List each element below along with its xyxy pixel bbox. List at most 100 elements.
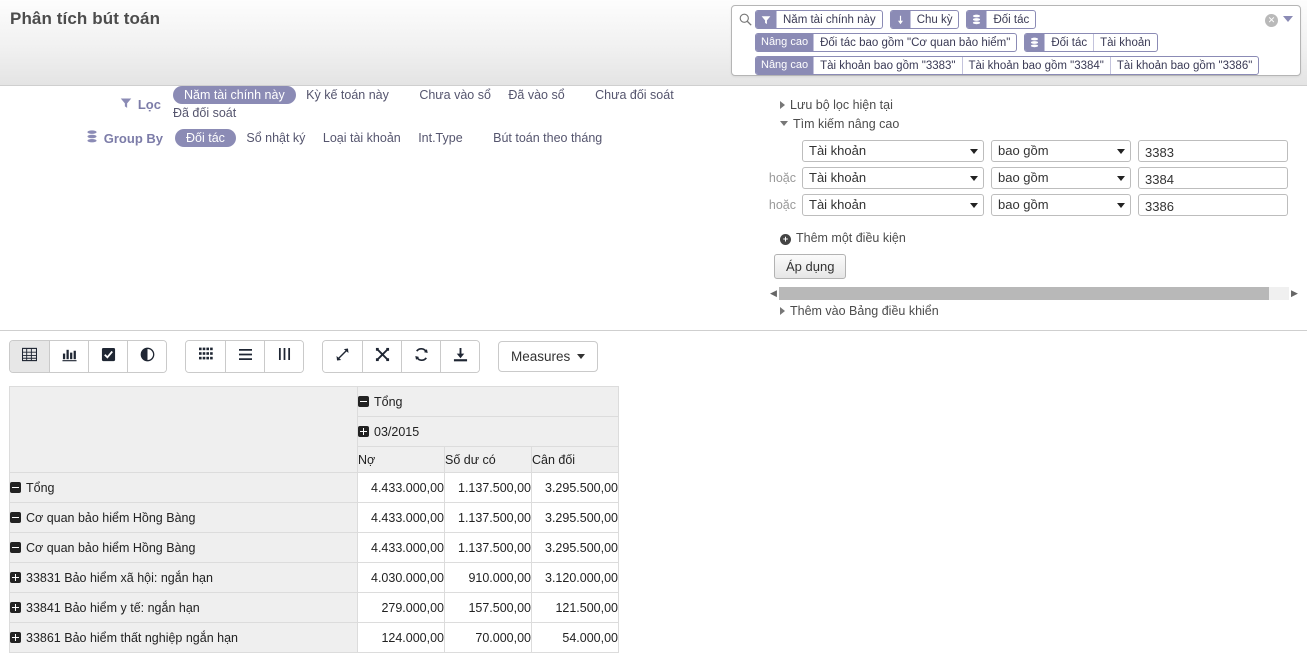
refresh-icon bbox=[414, 347, 429, 367]
pivot-cell-value[interactable]: 910.000,00 bbox=[445, 563, 532, 593]
filter-option-da-vao-so[interactable]: Đã vào sổ bbox=[508, 88, 564, 102]
chevron-down-icon bbox=[1117, 203, 1125, 208]
pivot-cell-value[interactable]: 70.000,00 bbox=[445, 623, 532, 653]
pivot-row-header[interactable]: 33831 Bảo hiểm xã hội: ngắn hạn bbox=[10, 563, 358, 593]
groupby-label-group: Group By bbox=[0, 130, 175, 146]
search-facet[interactable]: Đối tác bbox=[966, 10, 1036, 29]
collapse-toggle-icon[interactable] bbox=[10, 482, 21, 493]
toolbar-group bbox=[185, 340, 304, 373]
download-button[interactable] bbox=[440, 341, 479, 372]
pivot-cell-value[interactable]: 3.295.500,00 bbox=[532, 503, 619, 533]
pivot-row-header[interactable]: Cơ quan bảo hiểm Hồng Bàng bbox=[10, 533, 358, 563]
expand-toggle-icon[interactable] bbox=[10, 602, 21, 613]
chevron-right-icon bbox=[780, 101, 785, 109]
filter-option-chua-vao-so[interactable]: Chưa vào sổ bbox=[419, 88, 491, 102]
condition-row: Tài khoản bao gồm bbox=[760, 139, 1307, 163]
pie-chart-button[interactable] bbox=[127, 341, 166, 372]
filter-option-ky-ke-toan-nay[interactable]: Kỳ kế toán này bbox=[306, 88, 389, 102]
pivot-cell-value[interactable]: 4.030.000,00 bbox=[358, 563, 445, 593]
pivot-measure-so-du-co[interactable]: Số dư có bbox=[445, 447, 532, 473]
scrollbar-thumb[interactable] bbox=[779, 287, 1269, 300]
condition-field-select[interactable]: Tài khoản bbox=[802, 140, 984, 162]
filter-option-da-doi-soat[interactable]: Đã đối soát bbox=[173, 106, 236, 120]
pivot-cell-value[interactable]: 3.120.000,00 bbox=[532, 563, 619, 593]
save-current-filter-link[interactable]: Lưu bộ lọc hiện tại bbox=[780, 96, 1307, 115]
pivot-cell-value[interactable]: 1.137.500,00 bbox=[445, 503, 532, 533]
search-facet[interactable]: Năm tài chính này bbox=[755, 10, 883, 29]
groupby-option-int-type[interactable]: Int.Type bbox=[418, 131, 462, 145]
facet-list: Năm tài chính này Chu kỳ Đối tác Nâng caoĐố… bbox=[755, 9, 1296, 76]
expand-toggle-icon[interactable] bbox=[10, 572, 21, 583]
horizontal-scrollbar[interactable]: ◀ ▶ bbox=[768, 286, 1300, 301]
pivot-cell-value[interactable]: 121.500,00 bbox=[532, 593, 619, 623]
pivot-cell-value[interactable]: 279.000,00 bbox=[358, 593, 445, 623]
condition-list: Tài khoảnbao gồmhoặcTài khoảnbao gồmhoặc… bbox=[760, 139, 1307, 217]
pivot-cell-value[interactable]: 3.295.500,00 bbox=[532, 533, 619, 563]
pivot-cell-value[interactable]: 4.433.000,00 bbox=[358, 503, 445, 533]
filter-pill-active[interactable]: Năm tài chính này bbox=[173, 86, 296, 104]
expand-button[interactable] bbox=[323, 341, 362, 372]
search-facet[interactable]: Nâng caoTài khoản bao gồm "3383"Tài khoả… bbox=[755, 56, 1259, 75]
search-facet-box[interactable]: Năm tài chính này Chu kỳ Đối tác Nâng caoĐố… bbox=[731, 5, 1301, 76]
pivot-col-period[interactable]: 03/2015 bbox=[358, 417, 619, 447]
groupby-option-but-toan-theo-thang[interactable]: Bút toán theo tháng bbox=[493, 131, 602, 145]
pivot-measure-can-doi[interactable]: Cân đối bbox=[532, 447, 619, 473]
pivot-view-button[interactable] bbox=[10, 341, 49, 372]
add-condition-link[interactable]: +Thêm một điều kiện bbox=[780, 231, 1307, 245]
collapse-toggle-icon[interactable] bbox=[358, 396, 369, 407]
pivot-col-total[interactable]: Tổng bbox=[358, 387, 619, 417]
condition-operator-value: bao gồm bbox=[998, 170, 1049, 185]
expand-toggle-icon[interactable] bbox=[358, 426, 369, 437]
condition-value-input[interactable] bbox=[1138, 167, 1288, 189]
bar-chart-button[interactable] bbox=[49, 341, 88, 372]
condition-operator-select[interactable]: bao gồm bbox=[991, 140, 1131, 162]
measures-button[interactable]: Measures bbox=[498, 341, 598, 372]
pivot-cell-value[interactable]: 1.137.500,00 bbox=[445, 473, 532, 503]
pivot-cell-value[interactable]: 4.433.000,00 bbox=[358, 533, 445, 563]
pivot-cell-value[interactable]: 54.000,00 bbox=[532, 623, 619, 653]
groupby-pill-active[interactable]: Đối tác bbox=[175, 129, 236, 147]
collapse-button[interactable] bbox=[362, 341, 401, 372]
groupby-option-so-nhat-ky[interactable]: Sổ nhật ký bbox=[246, 131, 305, 145]
search-facet[interactable]: Đối tácTài khoản bbox=[1024, 33, 1157, 52]
condition-value-input[interactable] bbox=[1138, 140, 1288, 162]
pivot-cell-value[interactable]: 124.000,00 bbox=[358, 623, 445, 653]
condition-field-select[interactable]: Tài khoản bbox=[802, 194, 984, 216]
scrollbar-track[interactable] bbox=[779, 287, 1289, 300]
collapse-toggle-icon[interactable] bbox=[10, 512, 21, 523]
condition-field-select[interactable]: Tài khoản bbox=[802, 167, 984, 189]
condition-operator-select[interactable]: bao gồm bbox=[991, 194, 1131, 216]
scroll-left-arrow-icon[interactable]: ◀ bbox=[768, 287, 779, 300]
search-facet[interactable]: Nâng caoĐối tác bao gồm "Cơ quan bảo hiể… bbox=[755, 33, 1017, 52]
pivot-cell-value[interactable]: 157.500,00 bbox=[445, 593, 532, 623]
checkbox-button[interactable] bbox=[88, 341, 127, 372]
clear-circle-icon[interactable]: ✕ bbox=[1265, 14, 1278, 27]
columns-button[interactable] bbox=[264, 341, 303, 372]
condition-operator-select[interactable]: bao gồm bbox=[991, 167, 1131, 189]
pivot-row-header[interactable]: Tổng bbox=[10, 473, 358, 503]
pivot-cell-value[interactable]: 1.137.500,00 bbox=[445, 533, 532, 563]
search-facet[interactable]: Chu kỳ bbox=[890, 10, 960, 29]
chevron-down-icon[interactable] bbox=[1283, 16, 1293, 22]
pivot-row-header[interactable]: 33861 Bảo hiểm thất nghiệp ngắn hạn bbox=[10, 623, 358, 653]
filter-icon bbox=[120, 97, 132, 112]
apply-button[interactable]: Áp dụng bbox=[774, 254, 846, 279]
grid-dots-button[interactable] bbox=[186, 341, 225, 372]
refresh-button[interactable] bbox=[401, 341, 440, 372]
filter-option-chua-doi-soat[interactable]: Chưa đối soát bbox=[595, 88, 674, 102]
collapse-toggle-icon[interactable] bbox=[10, 542, 21, 553]
condition-value-input[interactable] bbox=[1138, 194, 1288, 216]
expand-icon bbox=[335, 347, 350, 367]
pivot-cell-value[interactable]: 3.295.500,00 bbox=[532, 473, 619, 503]
pivot-row-header[interactable]: 33841 Bảo hiểm y tế: ngắn hạn bbox=[10, 593, 358, 623]
add-to-dashboard-link[interactable]: Thêm vào Bảng điều khiển bbox=[780, 304, 939, 318]
groupby-option-loai-tai-khoan[interactable]: Loại tài khoản bbox=[323, 131, 401, 145]
expand-toggle-icon[interactable] bbox=[10, 632, 21, 643]
pivot-row-header[interactable]: Cơ quan bảo hiểm Hồng Bàng bbox=[10, 503, 358, 533]
scroll-right-arrow-icon[interactable]: ▶ bbox=[1289, 287, 1300, 300]
list-button[interactable] bbox=[225, 341, 264, 372]
list-icon bbox=[238, 348, 253, 366]
pivot-cell-value[interactable]: 4.433.000,00 bbox=[358, 473, 445, 503]
advanced-search-toggle[interactable]: Tìm kiếm nâng cao bbox=[780, 115, 1307, 134]
pivot-measure-no[interactable]: Nợ bbox=[358, 447, 445, 473]
